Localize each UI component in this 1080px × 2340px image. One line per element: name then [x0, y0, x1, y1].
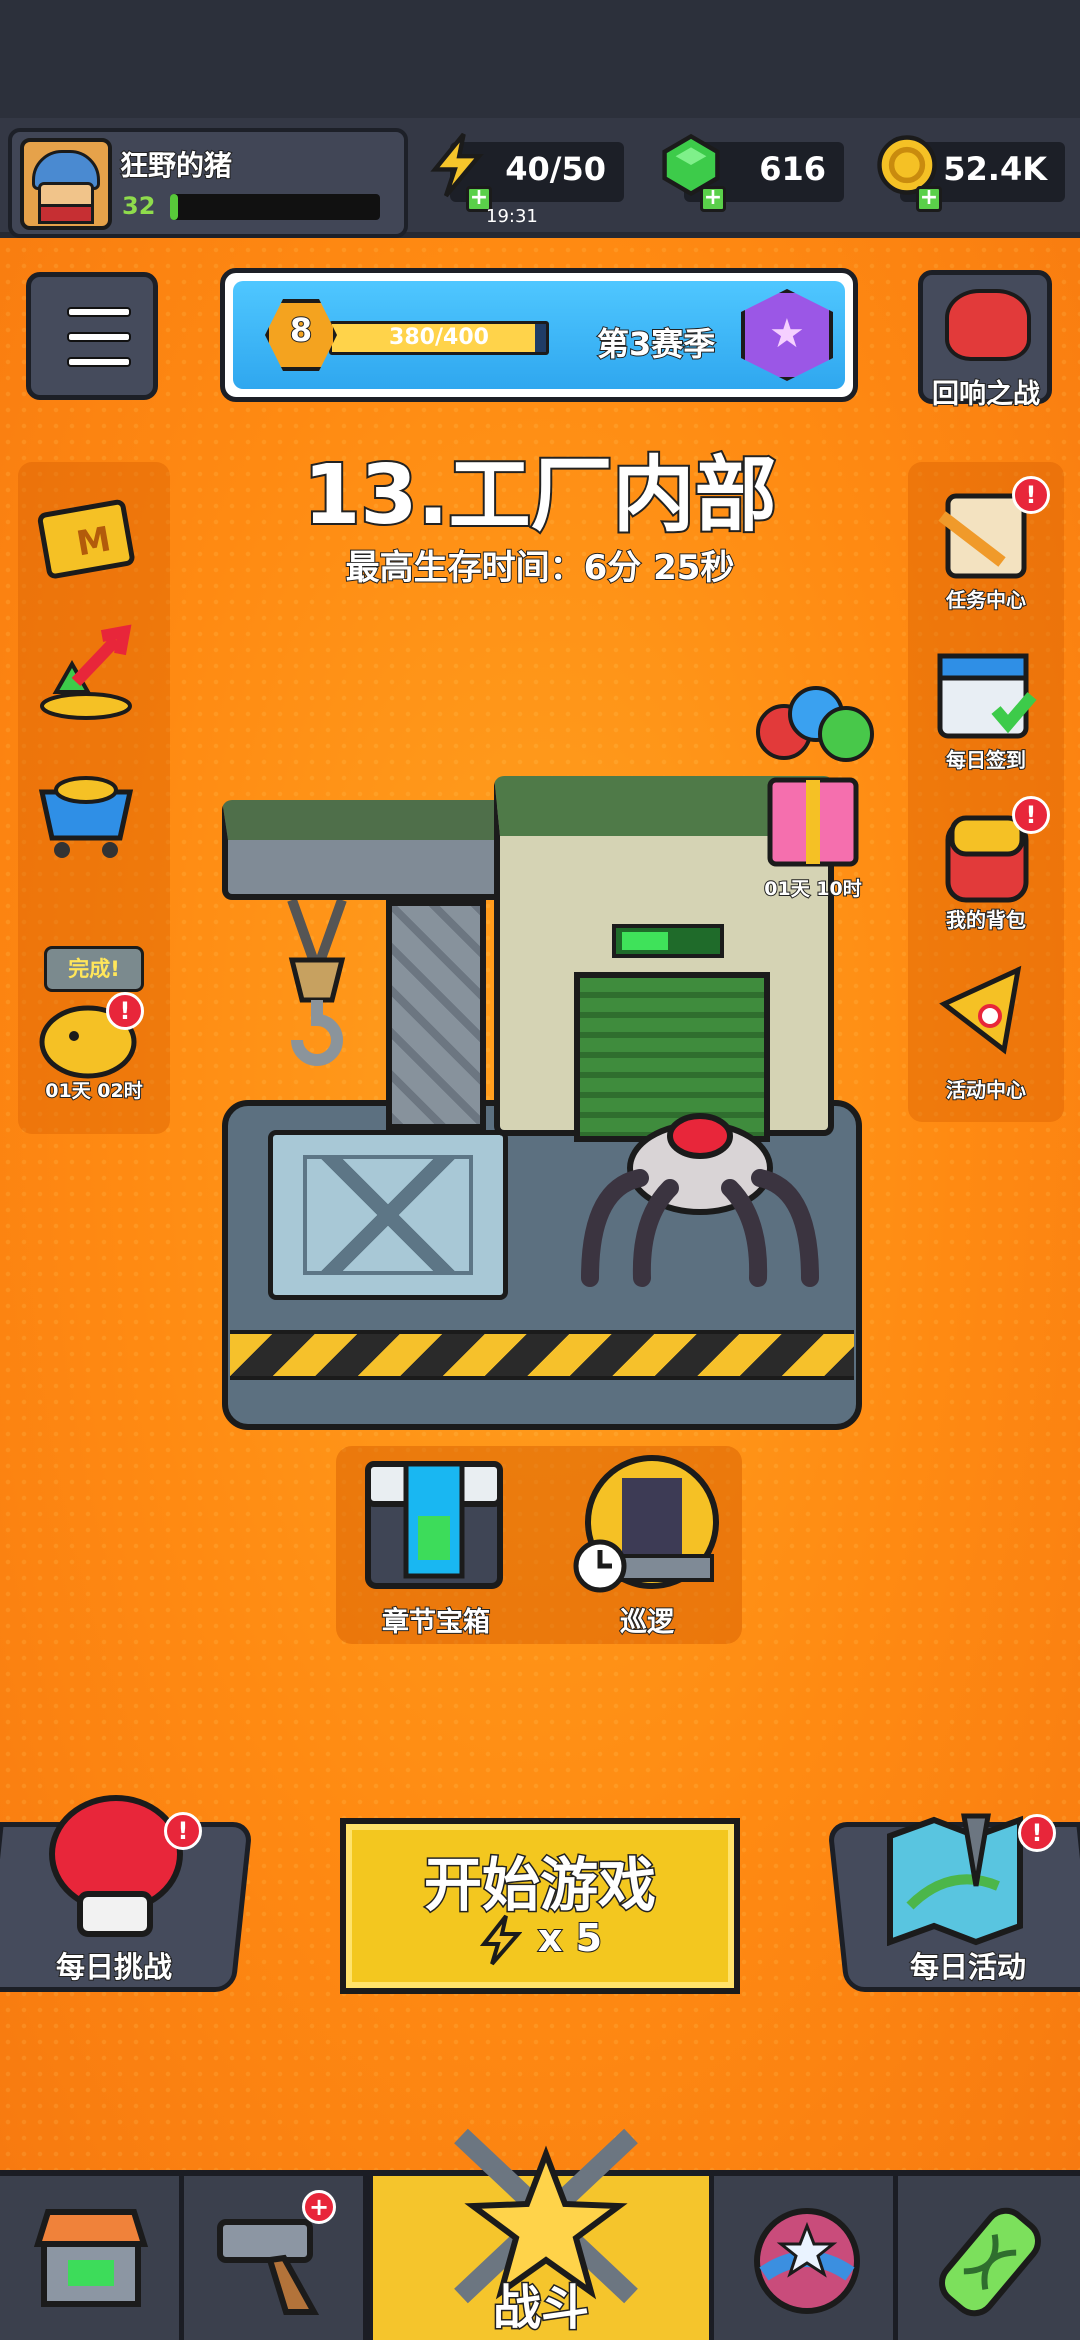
shop-cart-icon[interactable]: [34, 762, 144, 862]
shop-icon: [34, 2209, 148, 2307]
crane-tower: [386, 900, 486, 1130]
chapter-chest-icon[interactable]: [362, 1456, 506, 1590]
svg-text:M: M: [74, 519, 114, 564]
crate: [268, 1130, 508, 1300]
crane-hook-icon: [287, 900, 347, 1066]
player-xp-bar: [170, 194, 380, 220]
dna-capsule-icon: [939, 2207, 1041, 2317]
nav-talents[interactable]: [714, 2176, 898, 2340]
player-profile[interactable]: 狂野的猪 32: [8, 128, 408, 238]
top-resource-bar: 狂野的猪 32 + 40/50 19:31 + 616 + 52.4K: [0, 118, 1080, 238]
season-xp-text: 380/400: [389, 325, 489, 350]
chapter-chest-label: 章节宝箱: [381, 1606, 491, 1639]
backpack-badge: !: [1012, 796, 1050, 834]
hazard-stripe: [230, 1330, 854, 1380]
map-icon: [887, 1813, 1023, 1946]
piggy-bank-timer: 01天 02时: [44, 1079, 144, 1103]
nav-fight[interactable]: 战斗: [368, 2128, 714, 2340]
crane-arm: [222, 800, 522, 900]
growth-fund-icon[interactable]: [36, 622, 146, 722]
add-gems-button[interactable]: +: [700, 186, 726, 212]
start-game-label: 开始游戏: [422, 1850, 657, 1921]
daily-signin-label: 每日签到: [945, 747, 1027, 773]
season-label: 第3赛季: [596, 324, 716, 364]
calendar-icon[interactable]: [932, 644, 1042, 744]
season-level: 8: [289, 310, 313, 350]
echo-battle-label: 回响之战: [931, 378, 1041, 411]
nav-fight-label: 战斗: [491, 2279, 590, 2338]
add-coins-button[interactable]: +: [916, 186, 942, 212]
daily-challenge-badge: !: [164, 1812, 202, 1850]
season-badge-icon: [741, 289, 833, 381]
daily-event-badge: !: [1018, 1814, 1056, 1852]
patrol-icon[interactable]: [572, 1452, 722, 1598]
season-pass-banner[interactable]: 380/400 8 第3赛季: [220, 268, 858, 402]
piggy-bank-badge: !: [106, 992, 144, 1030]
player-name: 狂野的猪: [119, 148, 233, 183]
daily-challenge-label: 每日挑战: [55, 1949, 173, 1985]
nav-shop[interactable]: [0, 2176, 184, 2340]
monthly-card-icon[interactable]: M: [32, 488, 142, 588]
patrol-label: 巡逻: [619, 1606, 675, 1639]
player-xp-fill: [170, 194, 179, 220]
devil-icon: [945, 289, 1031, 361]
coin-counter[interactable]: + 52.4K: [877, 135, 1065, 212]
start-game-cost: x 5: [537, 1915, 603, 1961]
event-center-label: 活动中心: [945, 1077, 1027, 1103]
spider-robot-icon: [581, 1113, 819, 1287]
menu-button[interactable]: [26, 272, 158, 400]
task-center-badge: !: [1012, 476, 1050, 514]
weapons-badge: +: [302, 2190, 336, 2224]
player-level: 32: [122, 192, 156, 220]
backpack-label: 我的背包: [945, 907, 1027, 933]
energy-counter[interactable]: + 40/50 19:31: [430, 132, 624, 227]
gift-balloon-icon[interactable]: [754, 682, 874, 878]
status-bar: [0, 0, 1080, 118]
star-orb-icon: [754, 2208, 860, 2314]
daily-event-label: 每日活动: [909, 1949, 1027, 1985]
task-center-label: 任务中心: [945, 587, 1027, 613]
nav-evolution[interactable]: [898, 2176, 1080, 2340]
door-indicator: [612, 924, 724, 958]
nav-weapons[interactable]: +: [184, 2176, 368, 2340]
player-avatar[interactable]: [20, 138, 112, 230]
energy-timer: 19:31: [486, 206, 538, 227]
gift-timer: 01天 10时: [763, 877, 863, 901]
boxing-glove-icon: [49, 1795, 183, 1937]
coin-value: 52.4K: [943, 150, 1047, 188]
energy-value: 40/50: [505, 150, 606, 188]
gem-value: 616: [759, 150, 826, 188]
party-horn-icon[interactable]: [932, 960, 1042, 1060]
bottom-nav: + 战斗: [0, 2128, 1080, 2340]
piggy-bank-status: 完成!: [44, 946, 144, 992]
gem-counter[interactable]: + 616: [662, 133, 844, 212]
